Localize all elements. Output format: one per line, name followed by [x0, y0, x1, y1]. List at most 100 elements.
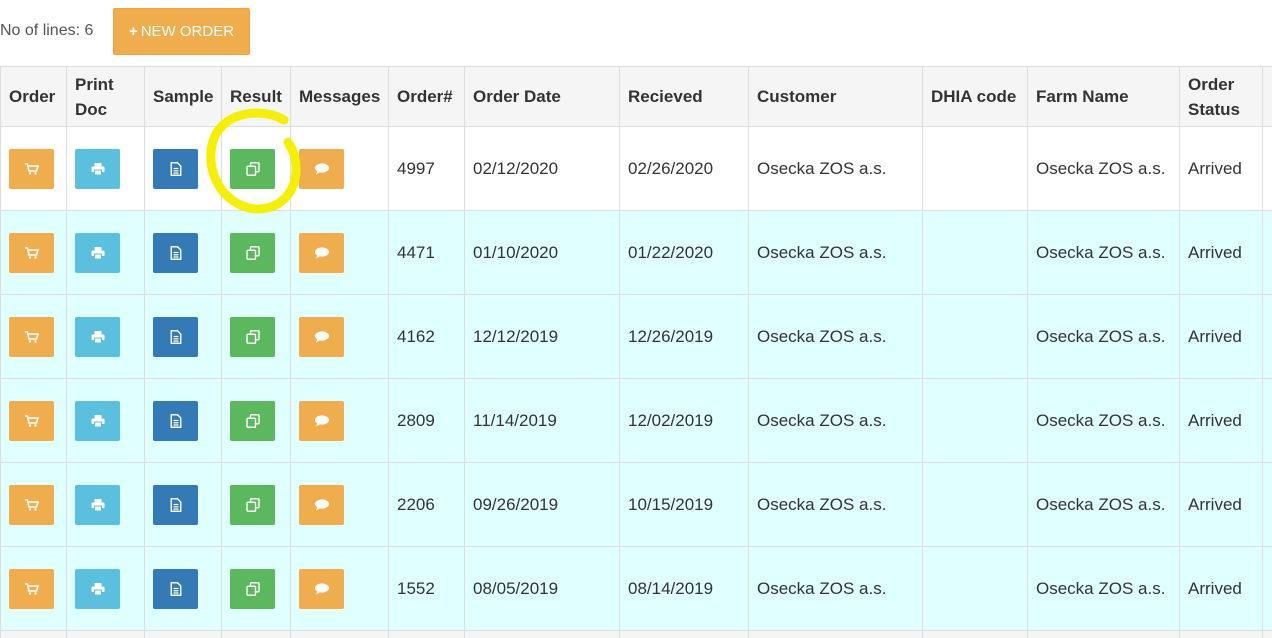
order-date-cell: 11/14/2019: [464, 378, 620, 463]
header-sample[interactable]: Sample: [144, 66, 222, 127]
partial-cell: [1262, 630, 1272, 638]
orders-table: Order Print Doc Sample Result Messages O…: [0, 66, 1272, 638]
new-order-button[interactable]: + NEW ORDER: [113, 8, 250, 55]
print-doc-button-cell: [66, 294, 145, 379]
header-order-status[interactable]: Order Status: [1179, 66, 1263, 127]
sample-button[interactable]: [153, 568, 198, 609]
order-button[interactable]: [9, 568, 54, 609]
received-date-cell: 10/15/2019: [619, 462, 749, 547]
partial-cell: [221, 630, 291, 638]
header-farm-name[interactable]: Farm Name: [1027, 66, 1180, 127]
header-received[interactable]: Recieved: [619, 66, 749, 127]
partial-cell: [748, 630, 923, 638]
customer-cell: Osecka ZOS a.s.: [748, 378, 923, 463]
print-doc-button[interactable]: [75, 484, 120, 525]
messages-button-cell: [290, 294, 389, 379]
result-button[interactable]: [230, 316, 275, 357]
print-doc-button[interactable]: [75, 400, 120, 441]
customer-cell: Osecka ZOS a.s.: [748, 126, 923, 211]
order-date-cell: 08/05/2019: [464, 546, 620, 631]
order-status-cell: Arrived: [1179, 210, 1263, 295]
order-button-cell: [0, 210, 67, 295]
dhia-code-cell: [922, 378, 1028, 463]
sample-button[interactable]: [153, 316, 198, 357]
order-button-cell: [0, 462, 67, 547]
farm-name-cell: Osecka ZOS a.s.: [1027, 462, 1180, 547]
result-button-cell: [221, 462, 291, 547]
result-button[interactable]: [230, 232, 275, 273]
print-doc-button-cell: [66, 210, 145, 295]
print-doc-button[interactable]: [75, 232, 120, 273]
messages-button[interactable]: [299, 316, 344, 357]
header-print-doc[interactable]: Print Doc: [66, 66, 145, 127]
header-dhia-code[interactable]: DHIA code: [922, 66, 1028, 127]
order-date-cell: 09/26/2019: [464, 462, 620, 547]
order-number-cell: 1552: [388, 546, 465, 631]
order-button-cell: [0, 378, 67, 463]
sample-button[interactable]: [153, 400, 198, 441]
print-doc-button[interactable]: [75, 316, 120, 357]
customer-cell: Osecka ZOS a.s.: [748, 210, 923, 295]
sample-button[interactable]: [153, 484, 198, 525]
table-row: 4997 02/12/2020 02/26/2020 Osecka ZOS a.s. O…: [0, 126, 1272, 211]
header-messages[interactable]: Messages: [290, 66, 389, 127]
partial-cell: [0, 630, 67, 638]
order-date-cell: 02/12/2020: [464, 126, 620, 211]
partial-cell: [1179, 630, 1263, 638]
print-doc-button[interactable]: [75, 148, 120, 189]
overflow-cell: [1262, 294, 1272, 379]
order-button-cell: [0, 546, 67, 631]
partial-cell: [388, 630, 465, 638]
overflow-cell: [1262, 210, 1272, 295]
order-button[interactable]: [9, 148, 54, 189]
dhia-code-cell: [922, 210, 1028, 295]
order-number-cell: 4997: [388, 126, 465, 211]
result-button[interactable]: [230, 148, 275, 189]
table-header-row: Order Print Doc Sample Result Messages O…: [0, 66, 1272, 127]
messages-button[interactable]: [299, 484, 344, 525]
header-result[interactable]: Result: [221, 66, 291, 127]
result-button[interactable]: [230, 568, 275, 609]
messages-button[interactable]: [299, 232, 344, 273]
messages-button-cell: [290, 462, 389, 547]
header-overflow: [1262, 66, 1272, 127]
messages-button-cell: [290, 126, 389, 211]
messages-button[interactable]: [299, 568, 344, 609]
received-date-cell: 02/26/2020: [619, 126, 749, 211]
table-row: 2206 09/26/2019 10/15/2019 Osecka ZOS a.s. O…: [0, 462, 1272, 547]
sample-button-cell: [144, 378, 222, 463]
print-doc-button-cell: [66, 462, 145, 547]
toolbar: No of lines: 6 + NEW ORDER: [0, 0, 1272, 66]
messages-button-cell: [290, 546, 389, 631]
header-order-number[interactable]: Order#: [388, 66, 465, 127]
print-doc-button-cell: [66, 378, 145, 463]
table-row: 4162 12/12/2019 12/26/2019 Osecka ZOS a.s. O…: [0, 294, 1272, 379]
received-date-cell: 01/22/2020: [619, 210, 749, 295]
messages-button[interactable]: [299, 148, 344, 189]
order-status-cell: Arrived: [1179, 546, 1263, 631]
partial-cell: [1027, 630, 1180, 638]
result-button[interactable]: [230, 484, 275, 525]
header-customer[interactable]: Customer: [748, 66, 923, 127]
sample-button[interactable]: [153, 232, 198, 273]
order-button[interactable]: [9, 316, 54, 357]
table-row: 1552 08/05/2019 08/14/2019 Osecka ZOS a.s. O…: [0, 546, 1272, 631]
order-status-cell: Arrived: [1179, 294, 1263, 379]
farm-name-cell: Osecka ZOS a.s.: [1027, 378, 1180, 463]
customer-cell: Osecka ZOS a.s.: [748, 546, 923, 631]
order-button[interactable]: [9, 484, 54, 525]
header-order-date[interactable]: Order Date: [464, 66, 620, 127]
messages-button[interactable]: [299, 400, 344, 441]
header-order[interactable]: Order: [0, 66, 67, 127]
result-button[interactable]: [230, 400, 275, 441]
print-doc-button[interactable]: [75, 568, 120, 609]
order-button[interactable]: [9, 232, 54, 273]
sample-button-cell: [144, 462, 222, 547]
print-doc-button-cell: [66, 546, 145, 631]
partial-cell: [144, 630, 222, 638]
farm-name-cell: Osecka ZOS a.s.: [1027, 210, 1180, 295]
sample-button[interactable]: [153, 148, 198, 189]
order-button[interactable]: [9, 400, 54, 441]
order-status-cell: Arrived: [1179, 378, 1263, 463]
received-date-cell: 12/02/2019: [619, 378, 749, 463]
